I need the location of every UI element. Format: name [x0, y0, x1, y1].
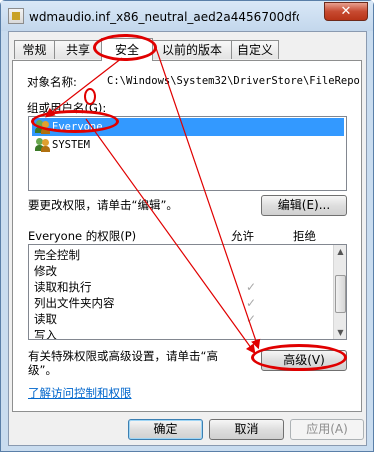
arrow-tab-to-everyone: [45, 57, 123, 118]
arrow-tab-to-advanced: [155, 47, 261, 350]
annotation-arrows: [45, 47, 261, 354]
arrow-everyone-to-advanced: [85, 118, 256, 354]
properties-window: wdmaudio.inf_x86_neutral_aed2a4456700dfd…: [0, 0, 374, 452]
